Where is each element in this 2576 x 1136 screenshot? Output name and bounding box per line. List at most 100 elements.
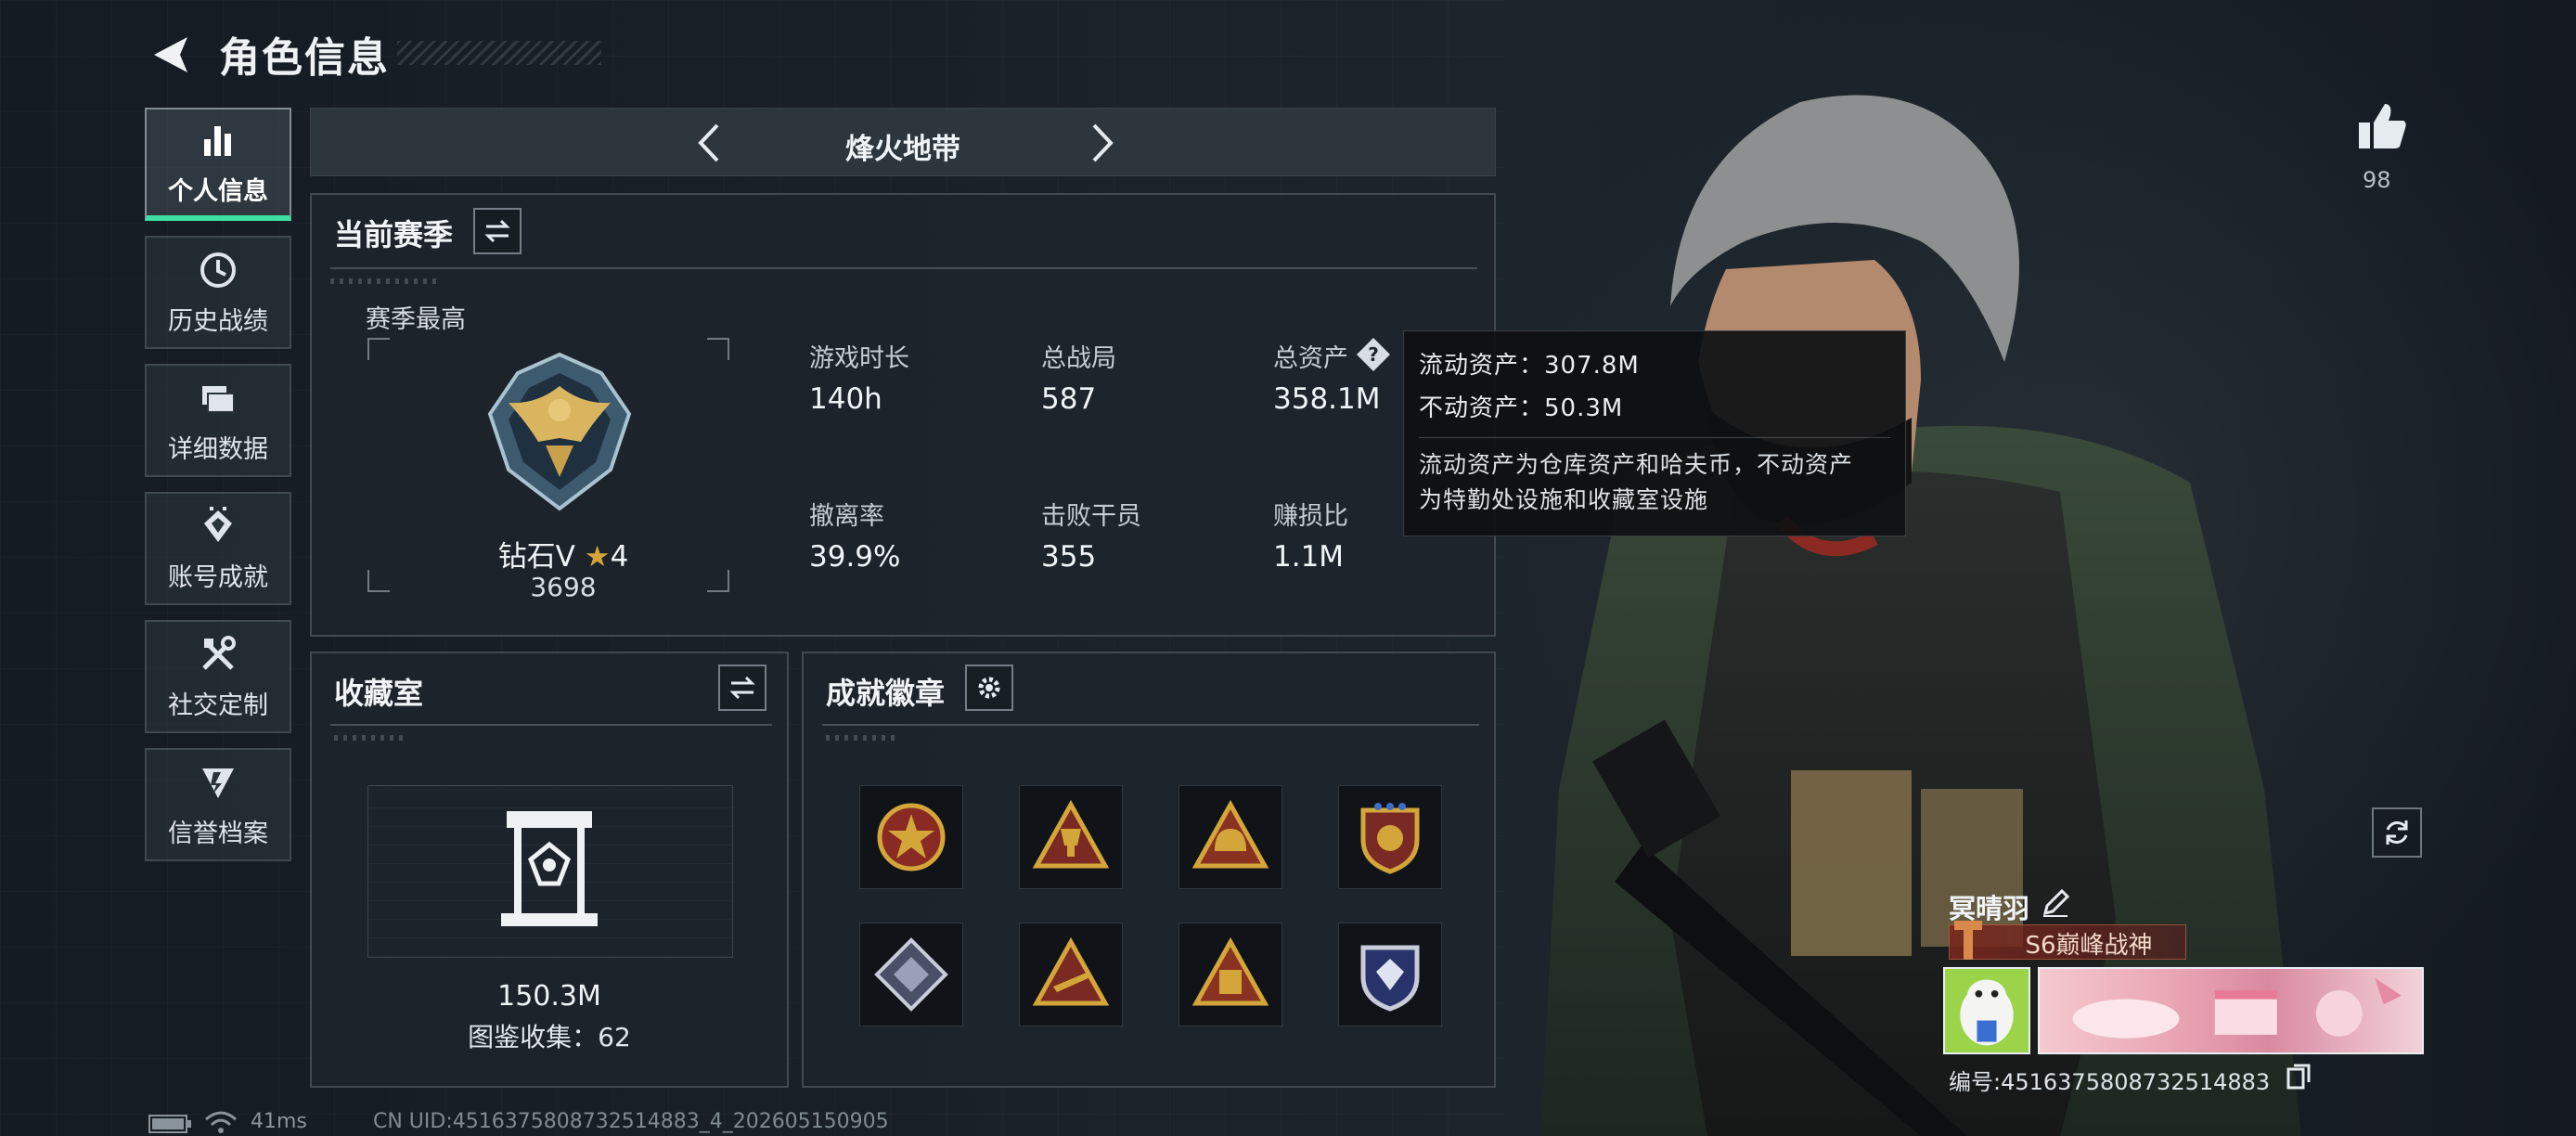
rank-stars: 4: [610, 540, 629, 574]
mode-name: 烽火地带: [845, 133, 960, 166]
collection-value: 150.3M: [497, 980, 601, 1013]
gear-icon: [978, 677, 1000, 699]
credit-shield-icon: [202, 768, 234, 798]
player-title: S6巅峰战神: [2025, 932, 2153, 960]
avatar-image: [1960, 979, 2014, 1046]
copy-icon[interactable]: [2286, 1064, 2311, 1090]
season-divider: [330, 267, 1477, 269]
refresh-button[interactable]: [2372, 807, 2422, 858]
season-title: 当前赛季: [334, 217, 454, 252]
uid-line: CN UID:4516375808732514883_4_20260515090…: [373, 1110, 889, 1133]
badge-slot[interactable]: [1019, 785, 1123, 889]
asset-tooltip: 流动资产：307.8M 不动资产：50.3M 流动资产为仓库资产和哈夫币，不动资…: [1403, 330, 1906, 536]
helmet-triangle-icon: [1191, 799, 1269, 869]
sidebar-item-label: 历史战绩: [168, 306, 268, 336]
folder-data-icon: [202, 385, 235, 413]
back-arrow-icon[interactable]: [147, 32, 193, 78]
sidebar-item-label: 信誉档案: [168, 819, 268, 848]
stat-label: 游戏时长: [809, 344, 909, 373]
help-question-icon[interactable]: ?: [1355, 336, 1392, 373]
tooltip-note: 流动资产为仓库资产和哈夫币，不动资产 为特勤处设施和收藏室设施: [1419, 447, 1890, 518]
diamond-emblem-icon: [874, 937, 948, 1012]
avatar[interactable]: [1943, 967, 2030, 1054]
season-best-label: 赛季最高: [366, 305, 466, 334]
refresh-icon: [2386, 820, 2408, 845]
like-count: 98: [2363, 167, 2391, 193]
title-stripe-decoration: [397, 41, 601, 65]
collection-switch-button[interactable]: [718, 665, 766, 711]
frame-corner: [367, 570, 390, 592]
sidebar-item-social[interactable]: 社交定制: [145, 620, 291, 733]
rank-name: 钻石V: [497, 540, 575, 574]
rank-line: 钻石V ★4: [475, 533, 651, 574]
svg-text:?: ?: [1368, 343, 1379, 366]
badge-slot[interactable]: [1338, 785, 1442, 889]
profile-banner: [2038, 967, 2424, 1054]
star-medal-icon: [877, 803, 946, 871]
sidebar-item-history[interactable]: 历史战绩: [145, 236, 291, 349]
stat-label: 总战局: [1041, 344, 1116, 373]
sidebar-item-credit[interactable]: 信誉档案: [145, 748, 291, 861]
achievements-panel: 成就徽章: [802, 652, 1496, 1088]
mode-next-arrow-icon[interactable]: [1077, 120, 1124, 166]
achievements-settings-button[interactable]: [965, 665, 1013, 711]
liquid-assets: 流动资产：307.8M: [1419, 352, 1640, 380]
stat-value: 355: [1041, 540, 1097, 574]
badge-slot[interactable]: [1019, 923, 1123, 1026]
badge-slot[interactable]: [1179, 923, 1282, 1026]
badge-slot[interactable]: [859, 785, 963, 889]
achievements-title: 成就徽章: [826, 676, 946, 711]
stat-label: 击败干员: [1041, 502, 1141, 531]
edit-pencil-icon[interactable]: [2040, 887, 2071, 919]
frame-corner: [707, 338, 729, 360]
star-icon: ★: [584, 540, 611, 574]
achievement-icon: [204, 506, 232, 542]
achievements-divider: [822, 724, 1479, 726]
rank-emblem-icon: [487, 352, 632, 511]
sidebar-item-label: 详细数据: [168, 434, 268, 464]
badge-slot[interactable]: [859, 923, 963, 1026]
stat-value: 39.9%: [809, 540, 901, 574]
sidebar-item-label: 社交定制: [168, 691, 268, 720]
tooltip-note-line: 为特勤处设施和收藏室设施: [1419, 486, 1709, 513]
frame-corner: [707, 570, 729, 592]
badge-slot[interactable]: [1338, 923, 1442, 1026]
stat-label: 赚损比: [1273, 502, 1348, 531]
wifi-icon: [205, 1111, 237, 1133]
frame-corner: [367, 338, 390, 360]
swap-arrows-icon: [484, 219, 510, 243]
rifle-triangle-icon: [1032, 936, 1110, 1006]
ping-value: 41ms: [251, 1110, 307, 1133]
decor-dots: [334, 735, 408, 741]
stat-value: 358.1M: [1273, 382, 1381, 416]
crate-triangle-icon: [1191, 936, 1269, 1006]
badge-slot[interactable]: [1179, 785, 1282, 889]
title-emblem-icon: [1954, 921, 1982, 960]
decor-dots: [826, 735, 900, 741]
stat-label: 撤离率: [809, 502, 884, 531]
player-id: 编号:4516375808732514883: [1949, 1069, 2271, 1095]
collection-catalog: 图鉴收集：62: [468, 1022, 631, 1052]
decor-dots: [330, 278, 442, 284]
stat-value: 587: [1041, 382, 1097, 416]
banner-cake-image: [2072, 977, 2402, 1039]
mode-selector: 烽火地带: [310, 108, 1496, 176]
sidebar-item-achievements[interactable]: 账号成就: [145, 492, 291, 605]
season-switch-button[interactable]: [473, 208, 522, 254]
thumbs-up-icon[interactable]: [2355, 100, 2409, 154]
sidebar-item-label: 个人信息: [168, 176, 268, 206]
stat-value: 1.1M: [1273, 540, 1345, 574]
tooltip-divider: [1419, 437, 1890, 438]
collection-vault-icon: [501, 811, 598, 926]
trophy-triangle-icon: [1032, 799, 1110, 869]
bar-chart-icon: [204, 125, 231, 156]
collection-divider: [330, 724, 772, 726]
rank-score: 3698: [530, 572, 597, 602]
tooltip-note-line: 流动资产为仓库资产和哈夫币，不动资产: [1419, 451, 1854, 478]
page-title: 角色信息: [219, 34, 390, 82]
history-clock-icon: [200, 252, 236, 288]
collection-panel: 收藏室 150.3M 图鉴收集：62: [310, 652, 789, 1088]
sidebar-item-detailed-data[interactable]: 详细数据: [145, 364, 291, 477]
sidebar-item-personal-info[interactable]: 个人信息: [145, 108, 291, 221]
swap-arrows-icon: [729, 676, 755, 700]
